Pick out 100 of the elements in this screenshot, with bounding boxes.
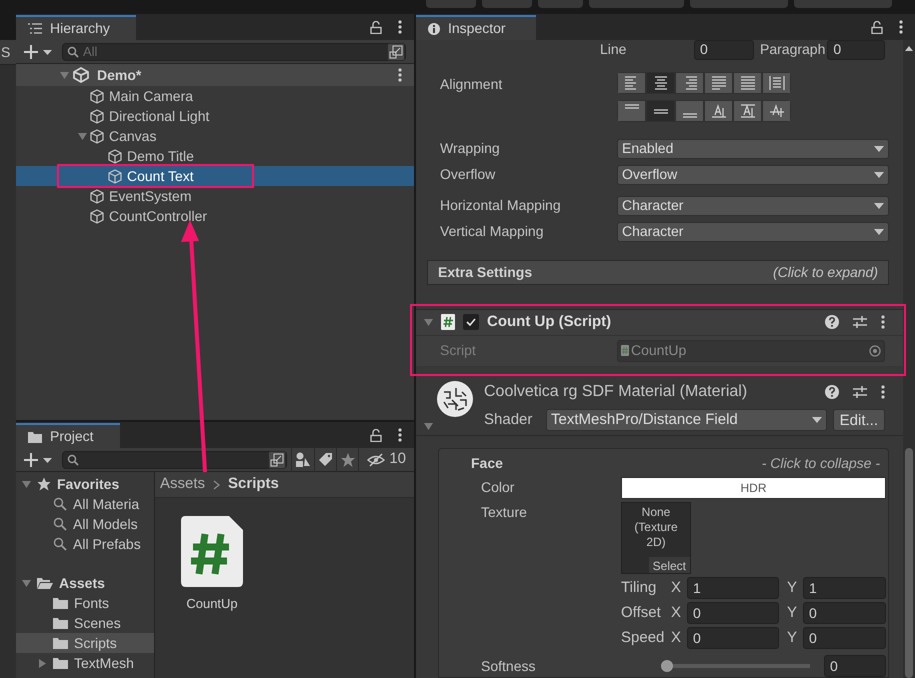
alignment-button[interactable]	[704, 72, 733, 94]
panel-tab[interactable]: Project	[16, 423, 120, 448]
number-field[interactable]: 1	[803, 577, 886, 599]
alignment-button[interactable]	[675, 100, 704, 122]
object-field[interactable]: CountUp	[617, 340, 885, 362]
axis-label: X	[671, 578, 682, 598]
project-tree-item[interactable]: Favorites	[16, 474, 154, 494]
number-field[interactable]: 0	[694, 40, 754, 60]
sliders-icon[interactable]	[853, 315, 867, 329]
help-icon[interactable]	[825, 384, 839, 398]
caret-icon	[874, 228, 884, 235]
texture-slot[interactable]: None (Texture 2D) Select	[621, 502, 691, 574]
lock-icon[interactable]	[370, 428, 382, 442]
star-icon[interactable]	[340, 452, 356, 468]
tag-icon[interactable]	[317, 452, 334, 468]
folder-icon	[53, 597, 68, 609]
more-options-icon[interactable]	[398, 20, 402, 34]
edit-button[interactable]: Edit...	[832, 408, 885, 431]
project-tree-item[interactable]: All Models	[16, 514, 154, 534]
alignment-button[interactable]	[733, 72, 762, 94]
collapse-hint[interactable]: - Click to collapse -	[762, 452, 880, 474]
enabled-checkbox[interactable]	[463, 314, 479, 330]
dropdown[interactable]: Overflow	[617, 164, 889, 185]
lock-icon[interactable]	[871, 20, 883, 34]
shapes-filter-icon[interactable]	[294, 452, 311, 468]
alignment-button[interactable]	[762, 72, 791, 94]
script-file-icon	[441, 314, 455, 330]
number-field[interactable]: 0	[824, 655, 886, 677]
expand-triangle-icon[interactable]	[22, 480, 31, 488]
number-field[interactable]: 0	[687, 627, 779, 649]
scene-header-row[interactable]: Demo*	[16, 64, 414, 86]
add-dropdown-icon[interactable]	[24, 44, 54, 58]
more-options-icon[interactable]	[398, 428, 402, 442]
field-label: Paragraph	[760, 40, 826, 60]
more-options-icon[interactable]	[398, 68, 402, 82]
hierarchy-item[interactable]: Canvas	[16, 126, 414, 146]
cube-icon	[90, 108, 104, 124]
add-dropdown-icon[interactable]	[24, 452, 54, 466]
hierarchy-item[interactable]: Main Camera	[16, 86, 414, 106]
project-tree-item[interactable]: Scenes	[16, 613, 154, 633]
cube-icon	[90, 128, 104, 144]
hierarchy-item[interactable]: Count Text	[16, 166, 414, 186]
search-popout-icon[interactable]	[268, 450, 286, 468]
number-field[interactable]: 1	[687, 577, 779, 599]
search-popout-icon[interactable]	[387, 42, 405, 60]
help-icon[interactable]	[825, 315, 839, 329]
search-field[interactable]	[62, 450, 287, 468]
number-field[interactable]: 0	[803, 627, 886, 649]
alignment-button[interactable]	[646, 72, 675, 94]
panel-tab[interactable]: Hierarchy	[16, 15, 136, 40]
project-tree-item[interactable]: Scripts	[16, 633, 154, 653]
alignment-button[interactable]	[704, 100, 733, 122]
alignment-button[interactable]	[675, 72, 704, 94]
search-input[interactable]: All	[83, 42, 383, 62]
open-folder-icon	[37, 577, 53, 589]
more-options-icon[interactable]	[899, 20, 903, 34]
number-field[interactable]: 0	[687, 602, 779, 624]
search-field[interactable]: All	[62, 42, 406, 60]
expand-triangle-icon[interactable]	[22, 578, 31, 588]
hierarchy-item[interactable]: EventSystem	[16, 186, 414, 206]
project-tree-item[interactable]: All Prefabs	[16, 534, 154, 554]
extra-settings-bar[interactable]: Extra Settings (Click to expand)	[427, 260, 889, 284]
sliders-icon[interactable]	[853, 384, 867, 398]
more-options-icon[interactable]	[881, 315, 885, 329]
alignment-button[interactable]	[617, 72, 646, 94]
color-field[interactable]: HDR	[621, 477, 886, 499]
dropdown[interactable]: Character	[617, 196, 889, 216]
breadcrumb-item[interactable]: Scripts	[228, 473, 279, 496]
object-picker-icon[interactable]	[869, 344, 881, 356]
hierarchy-item[interactable]: Directional Light	[16, 106, 414, 126]
component-header[interactable]: Count Up (Script)	[416, 310, 903, 336]
scrollbar-thumb[interactable]	[905, 448, 913, 678]
script-file-icon[interactable]	[181, 516, 243, 588]
number-field[interactable]: 0	[827, 40, 886, 60]
project-tree-item[interactable]: Fonts	[16, 593, 154, 613]
expand-triangle-icon[interactable]	[78, 132, 87, 140]
alignment-button[interactable]	[617, 100, 646, 122]
alignment-button[interactable]	[733, 100, 762, 122]
more-options-icon[interactable]	[881, 384, 885, 398]
dropdown[interactable]: Enabled	[617, 138, 889, 159]
project-tree-item[interactable]: All Materia	[16, 494, 154, 514]
expand-triangle-icon[interactable]	[424, 318, 433, 326]
scroll-up-arrow-icon[interactable]	[905, 46, 913, 51]
side-tab[interactable]: S	[0, 40, 16, 64]
expand-triangle-icon[interactable]	[424, 422, 433, 430]
alignment-button[interactable]	[762, 100, 791, 122]
lock-icon[interactable]	[370, 20, 382, 34]
hierarchy-item[interactable]: Demo Title	[16, 146, 414, 166]
select-button[interactable]: Select	[648, 557, 690, 573]
alignment-button[interactable]	[646, 100, 675, 122]
project-tree-item[interactable]: TextMesh	[16, 653, 154, 673]
hierarchy-item[interactable]: CountController	[16, 206, 414, 226]
breadcrumb-item[interactable]: Assets	[160, 473, 206, 496]
number-field[interactable]: 0	[803, 602, 886, 624]
project-tree-item[interactable]: Assets	[16, 573, 154, 593]
collapse-triangle-icon[interactable]	[38, 658, 47, 668]
dropdown[interactable]: Character	[617, 222, 889, 242]
panel-tab[interactable]: Inspector	[416, 15, 536, 40]
slider-thumb[interactable]	[661, 660, 673, 672]
shader-dropdown[interactable]: TextMeshPro/Distance Field	[546, 408, 827, 431]
